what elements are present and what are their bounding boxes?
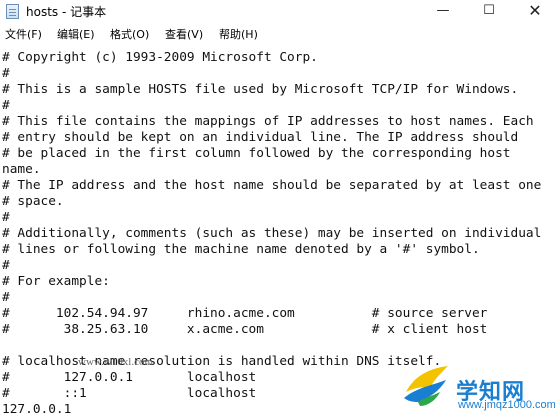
text-line: name. bbox=[2, 162, 41, 177]
bird-logo-icon bbox=[404, 366, 448, 406]
watermark-site-text: www.w10xl.com bbox=[78, 356, 154, 368]
text-line: # For example: bbox=[2, 274, 110, 289]
text-line: # space. bbox=[2, 194, 64, 209]
text-line: # localhost name resolution is handled w… bbox=[2, 354, 442, 369]
text-line: # lines or following the machine name de… bbox=[2, 242, 480, 257]
close-button[interactable]: ✕ bbox=[512, 0, 558, 24]
text-line: # be placed in the first column followed… bbox=[2, 146, 511, 161]
notepad-window: hosts - 记事本 — ☐ ✕ 文件(F) 编辑(E) 格式(O) 查看(V… bbox=[0, 0, 560, 416]
maximize-button[interactable]: ☐ bbox=[466, 0, 512, 24]
menu-file[interactable]: 文件(F) bbox=[5, 27, 42, 43]
text-line: # bbox=[2, 98, 10, 113]
title-bar[interactable]: hosts - 记事本 — ☐ ✕ bbox=[0, 0, 560, 24]
text-line: # bbox=[2, 258, 10, 273]
menu-format[interactable]: 格式(O) bbox=[110, 27, 149, 43]
menu-bar: 文件(F) 编辑(E) 格式(O) 查看(V) 帮助(H) bbox=[0, 25, 560, 45]
menu-edit[interactable]: 编辑(E) bbox=[57, 27, 95, 43]
text-line: # Additionally, comments (such as these)… bbox=[2, 226, 542, 241]
text-line: # 127.0.0.1 localhost bbox=[2, 370, 257, 385]
text-line: # 38.25.63.10 x.acme.com # x client host bbox=[2, 322, 488, 337]
notepad-icon bbox=[6, 4, 19, 19]
menu-view[interactable]: 查看(V) bbox=[165, 27, 203, 43]
text-line: 127.0.0.1 bbox=[2, 402, 72, 416]
text-line: # Copyright (c) 1993-2009 Microsoft Corp… bbox=[2, 50, 318, 65]
text-line: # bbox=[2, 210, 10, 225]
text-line: # ::1 localhost bbox=[2, 386, 257, 401]
minimize-button[interactable]: — bbox=[420, 0, 466, 24]
text-line: # This is a sample HOSTS file used by Mi… bbox=[2, 82, 519, 97]
watermark-logo: 学知网 www.jmqz1000.com bbox=[400, 352, 560, 416]
menu-help[interactable]: 帮助(H) bbox=[219, 27, 258, 43]
text-line: # The IP address and the host name shoul… bbox=[2, 178, 542, 193]
text-line: # entry should be kept on an individual … bbox=[2, 130, 519, 145]
brand-url: www.jmqz1000.com bbox=[458, 399, 556, 411]
text-line: # 102.54.94.97 rhino.acme.com # source s… bbox=[2, 306, 488, 321]
text-line: # bbox=[2, 66, 10, 81]
text-line: # This file contains the mappings of IP … bbox=[2, 114, 534, 129]
text-line: # bbox=[2, 290, 10, 305]
window-title: hosts - 记事本 bbox=[26, 5, 107, 19]
